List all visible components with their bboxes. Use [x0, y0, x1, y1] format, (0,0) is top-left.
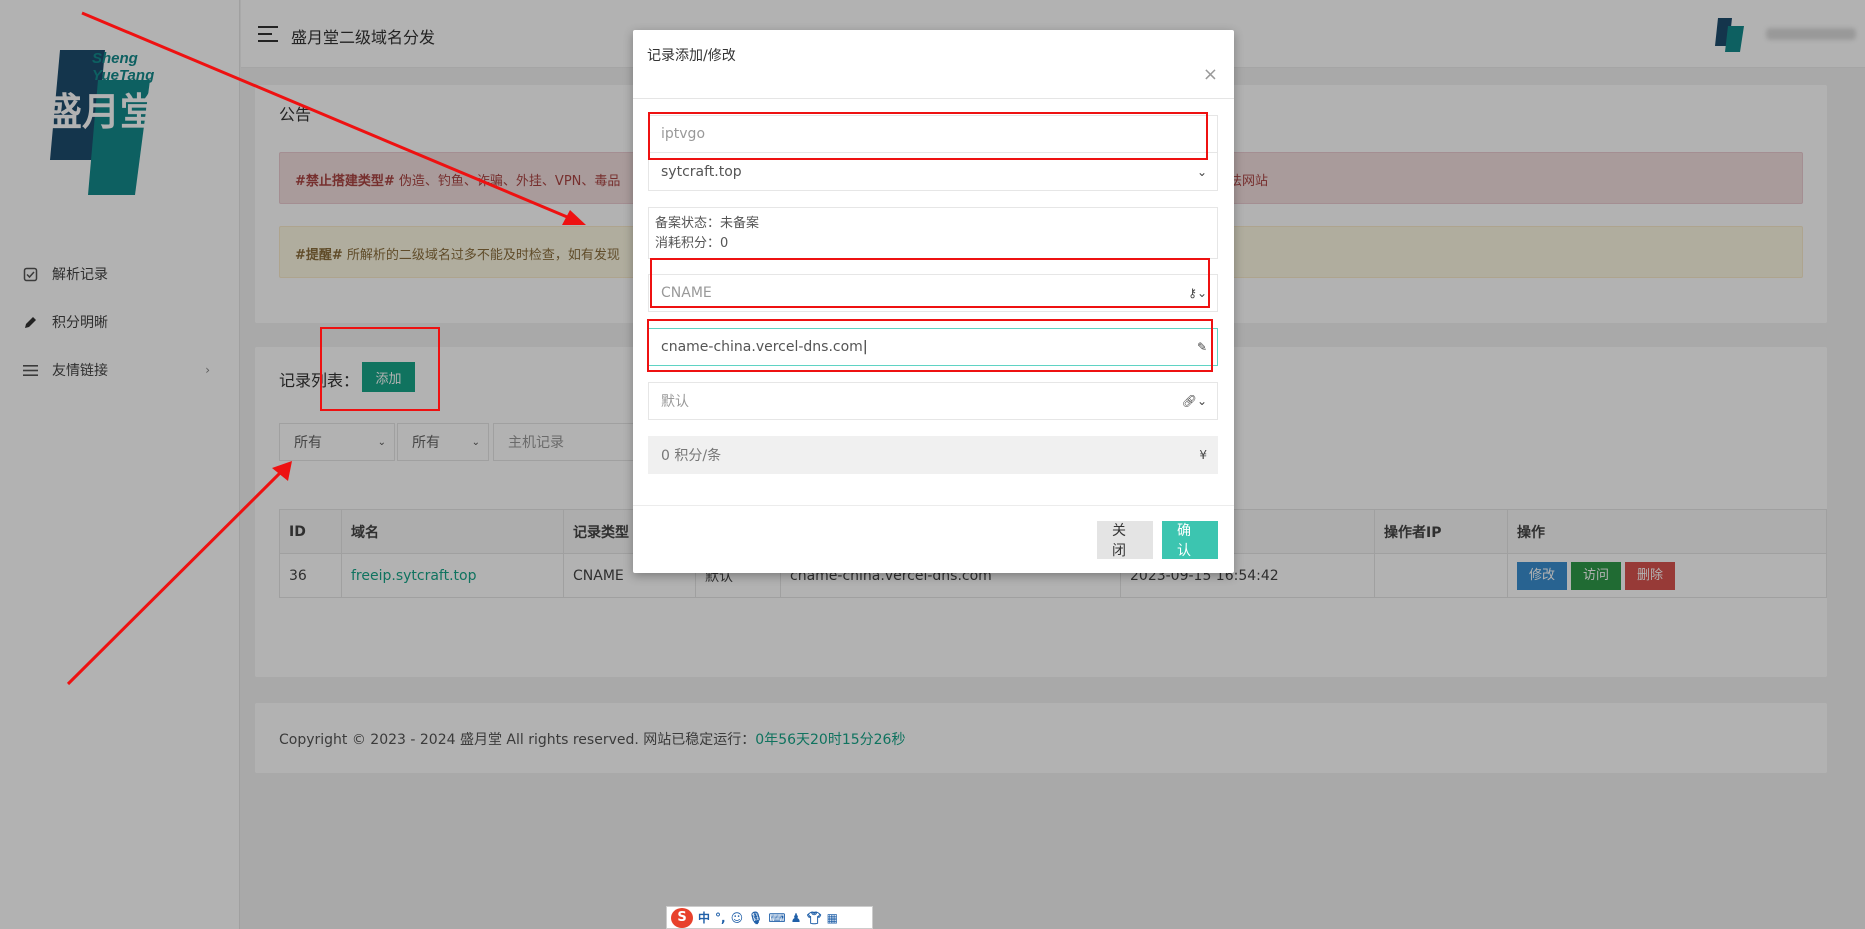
modal-title: 记录添加/修改	[647, 48, 736, 64]
modal-divider	[633, 98, 1234, 99]
domain-select-value: sytcraft.top	[661, 163, 742, 180]
annotation-box-add	[320, 327, 440, 411]
price-field: 0 积分/条 ¥	[648, 436, 1218, 474]
close-icon[interactable]: ×	[1203, 64, 1218, 85]
annotation-box-type	[650, 258, 1210, 308]
chevron-down-icon: ⌄	[1196, 164, 1207, 179]
microphone-icon[interactable]: 🎙︎	[748, 911, 763, 925]
sogou-logo-icon[interactable]: S	[671, 907, 693, 928]
confirm-button[interactable]: 确认	[1162, 521, 1218, 559]
grid-icon[interactable]: ▦	[827, 911, 838, 925]
link-icon: 🔗︎⌄	[1181, 394, 1207, 408]
punctuation-icon[interactable]: °,	[715, 911, 726, 925]
ime-mode-chinese[interactable]: 中	[698, 909, 710, 926]
user-icon[interactable]: ♟	[791, 911, 802, 925]
annotation-box-host	[648, 112, 1208, 160]
record-info-box: 备案状态：未备案 消耗积分：0	[648, 207, 1218, 259]
ime-toolbar[interactable]: S 中 °, ☺ 🎙︎ ⌨ ♟ 👕︎ ▦	[666, 906, 873, 929]
close-button[interactable]: 关闭	[1097, 521, 1153, 559]
line-select-value: 默认	[661, 394, 689, 410]
emoji-icon[interactable]: ☺	[731, 911, 744, 925]
shirt-icon[interactable]: 👕︎	[806, 911, 821, 925]
icp-status: 备案状态：未备案	[655, 216, 760, 231]
price-text: 0 积分/条	[661, 448, 722, 464]
annotation-box-value	[647, 319, 1213, 372]
cost-points: 消耗积分：0	[655, 236, 729, 251]
yen-icon: ¥	[1199, 448, 1207, 462]
line-select[interactable]: 默认 🔗︎⌄	[648, 382, 1218, 420]
keyboard-icon[interactable]: ⌨	[768, 911, 785, 925]
modal-footer-divider	[633, 505, 1234, 506]
